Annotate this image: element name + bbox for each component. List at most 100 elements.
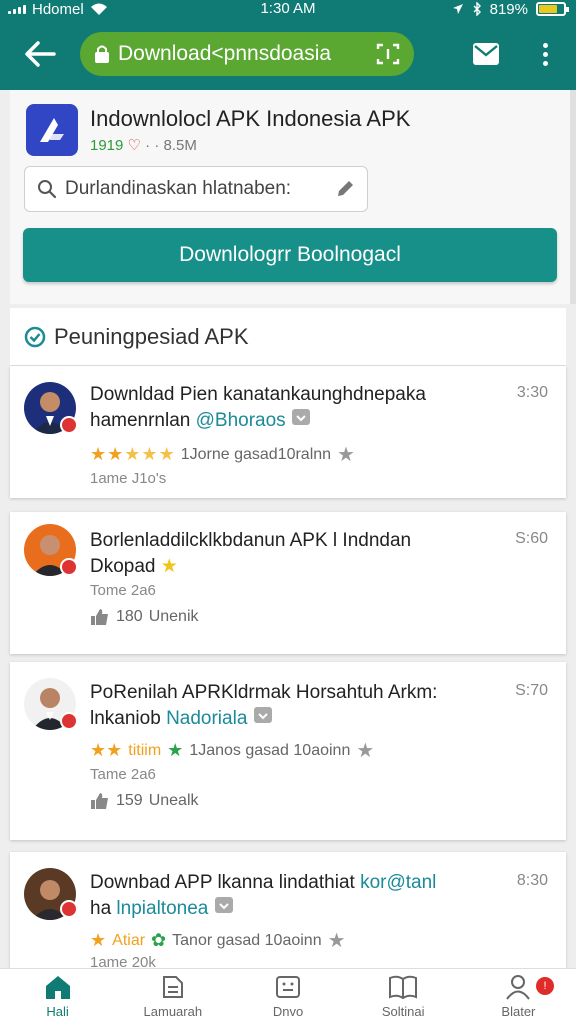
arrow-left-icon — [25, 41, 56, 67]
post-card[interactable]: PoRenilah APRKldrmak Horsahtuh Arkm: lnk… — [10, 662, 566, 840]
user-icon — [506, 975, 531, 1000]
shield-icon — [214, 896, 234, 914]
star-icon: ★ — [160, 556, 178, 577]
app-size: · · 8.5M — [145, 137, 197, 154]
mention-link[interactable]: @Bhoraos — [196, 410, 286, 431]
post-text: Downldad Pien kanatankaunghdnepaka hamen… — [90, 384, 426, 431]
inbox-button[interactable] — [470, 38, 502, 70]
section-header: Peuningpesiad APK — [10, 308, 566, 366]
download-button[interactable]: Downlologrr Boolnogacl — [23, 228, 557, 282]
verified-badge — [60, 558, 78, 576]
nav-label: Dnvo — [272, 1004, 304, 1019]
battery-percent: 819% — [489, 0, 528, 18]
like-count: 159 — [116, 792, 143, 809]
app-meta: 1919 ♡ · · 8.5M — [90, 136, 197, 154]
like-count: 180 — [116, 608, 143, 625]
post-card[interactable]: Downldad Pien kanatankaunghdnepaka hamen… — [10, 366, 566, 498]
post-subtext: Tame 2a6 — [90, 766, 156, 783]
like-row: 159 Unealk — [90, 792, 199, 810]
star-icon[interactable]: ★ — [328, 928, 346, 953]
star-icon[interactable]: ★ — [337, 442, 355, 467]
search-icon — [37, 179, 57, 199]
star-icon: ★ — [167, 740, 184, 760]
nav-home[interactable]: Hali — [0, 969, 115, 1024]
post-time: 3:30 — [516, 384, 548, 401]
home-icon — [45, 976, 70, 999]
star-rating: ★ ★ ★ ★ ★ — [90, 444, 175, 464]
location-icon — [452, 3, 464, 15]
like-label: Unealk — [148, 792, 199, 809]
back-button[interactable] — [22, 36, 58, 72]
app-logo-icon — [40, 118, 64, 142]
search-input[interactable]: Durlandinaskan hlatnaben: — [24, 166, 368, 212]
battery-icon — [536, 2, 569, 16]
nav-label: Soltinai — [381, 1004, 425, 1019]
post-card[interactable]: Borlenladdilcklkbdanun APK l Indndan Dko… — [10, 512, 566, 654]
nav-profile[interactable]: Blater ! — [461, 969, 576, 1024]
post-card[interactable]: Downbad APP lkanna lindathiat kor@tanl h… — [10, 852, 566, 971]
thumbs-up-icon[interactable] — [90, 608, 110, 626]
heart-icon: ♡ — [127, 137, 141, 154]
overflow-menu-button[interactable] — [530, 36, 560, 72]
rating-row: ★ Atiar ✿ Tanor gasad 10aoinn ★ — [90, 928, 346, 953]
like-label: Unenik — [148, 608, 199, 625]
post-text: Borlenladdilcklkbdanun APK l Indndan Dko… — [90, 530, 412, 577]
post-subtext: Tome 2a6 — [90, 582, 156, 599]
nav-explore[interactable]: Lamuarah — [115, 969, 230, 1024]
status-bar: Hdomel 1:30 AM 819% — [0, 0, 576, 18]
like-row: 180 Unenik — [90, 608, 199, 626]
search-placeholder: Durlandinaskan hlatnaben: — [65, 178, 292, 199]
post-subtext: 1ame J1o's — [90, 470, 167, 487]
app-header: Indownlolocl APK Indonesia APK 1919 ♡ · … — [10, 90, 576, 304]
rating-word: titiim — [128, 741, 162, 759]
book-icon — [389, 975, 418, 1000]
verified-badge — [60, 900, 78, 918]
app-title: Indownlolocl APK Indonesia APK — [90, 106, 411, 131]
mention-link[interactable]: Nadoriala — [166, 708, 247, 729]
shield-icon — [291, 408, 311, 426]
pencil-icon[interactable] — [335, 179, 355, 199]
verified-badge — [60, 712, 78, 730]
dot-icon — [542, 51, 548, 57]
url-text: Download<pnnsdoasia — [118, 42, 332, 65]
post-time: S:70 — [515, 682, 548, 699]
bottom-navigation: Hali Lamuarah Dnvo Soltinai Blater ! — [0, 968, 576, 1024]
app-rating: 1919 — [90, 137, 124, 154]
notification-badge: ! — [536, 977, 555, 995]
verified-badge — [60, 416, 78, 434]
star-icon: ★ — [90, 930, 107, 950]
url-bar[interactable]: Download<pnnsdoasia — [80, 32, 414, 76]
mention-link[interactable]: kor@tanl — [360, 872, 436, 893]
verified-check-icon — [24, 326, 46, 348]
star-icon[interactable]: ★ — [356, 738, 374, 763]
thumbs-up-icon[interactable] — [90, 792, 110, 810]
app-bar: Download<pnnsdoasia — [0, 18, 576, 90]
dot-icon — [542, 42, 548, 48]
shield-icon — [253, 706, 273, 724]
nav-label: Lamuarah — [143, 1004, 203, 1019]
chat-face-icon — [276, 976, 300, 998]
scrollbar[interactable] — [570, 90, 576, 304]
nav-label: Blater — [501, 1004, 536, 1019]
rating-row: ★ ★ ★ ★ ★ 1Jorne gasad10ralnn ★ — [90, 442, 355, 467]
nav-library[interactable]: Soltinai — [346, 969, 461, 1024]
app-icon — [26, 104, 78, 156]
star-icon: ★★ — [90, 740, 123, 760]
post-time: S:60 — [515, 530, 548, 547]
qr-scan-icon[interactable] — [376, 43, 400, 65]
rating-label: 1Jorne gasad10ralnn — [180, 445, 332, 463]
mail-icon — [473, 43, 499, 65]
document-icon — [162, 976, 183, 998]
dot-icon — [542, 60, 548, 66]
rating-row: ★★ titiim ★ 1Janos gasad 10aoinn ★ — [90, 738, 374, 763]
gear-icon: ✿ — [151, 930, 167, 950]
nav-label: Hali — [46, 1004, 69, 1019]
section-title: Peuningpesiad APK — [54, 323, 249, 349]
bluetooth-icon — [472, 2, 482, 16]
rating-word: Atiar — [112, 931, 146, 949]
nav-messages[interactable]: Dnvo — [230, 969, 345, 1024]
rating-label: Tanor gasad 10aoinn — [172, 931, 322, 949]
post-text: Downbad APP lkanna lindathiat kor@tanl h… — [90, 872, 437, 919]
mention-link[interactable]: lnpialtonea — [116, 898, 208, 919]
rating-label: 1Janos gasad 10aoinn — [189, 741, 351, 759]
